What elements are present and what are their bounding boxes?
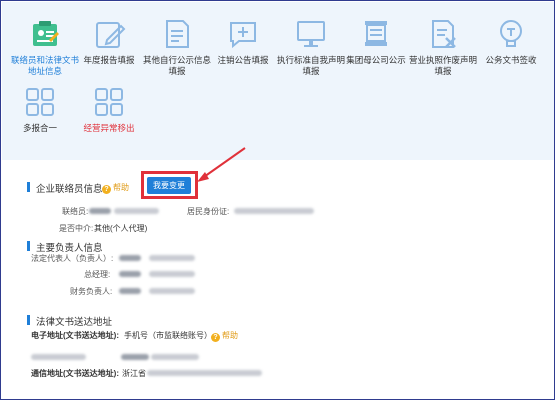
intermediary-label: 是否中介:: [59, 224, 94, 233]
intermediary-value: 其他(个人代理): [94, 224, 148, 233]
contact-label: 联络员:: [62, 207, 89, 216]
legal-docs-help-link[interactable]: ? 帮助: [211, 330, 238, 342]
email-address-label: 电子地址(文书送达地址):: [31, 331, 119, 340]
finance-phone-redacted: [149, 288, 195, 294]
email-detail-redacted-3: [151, 354, 199, 360]
contact-phone-redacted: [114, 208, 159, 214]
legal-docs-section-title: 法律文书送达地址: [36, 317, 113, 328]
principals-section-title: 主要负责人信息: [36, 243, 103, 254]
postal-address-label: 通信地址(文书送达地址):: [31, 369, 119, 378]
legal-rep-label: 法定代表人（负责人）:: [31, 254, 114, 263]
finance-name-redacted: [119, 288, 141, 294]
finance-label: 财务负责人:: [70, 287, 113, 296]
legal-rep-name-redacted: [119, 255, 141, 261]
manager-phone-redacted: [149, 271, 195, 277]
postal-address-redacted: [147, 370, 262, 376]
page-frame: 联络员和法律文书地址信息 年度报告填报 其他自行公示信息填报 注销公告填报 执行…: [0, 0, 555, 400]
email-detail-redacted-2: [121, 354, 149, 360]
section-marker: [27, 315, 30, 325]
email-address-value: 手机号（市监联络账号）: [124, 331, 212, 340]
help-label: 帮助: [222, 331, 238, 340]
section-marker: [27, 241, 30, 251]
postal-address-prefix: 浙江省: [122, 369, 146, 378]
manager-name-redacted: [119, 271, 141, 277]
help-icon: ?: [211, 333, 220, 342]
legal-rep-phone-redacted: [149, 255, 195, 261]
manager-label: 总经理:: [84, 270, 111, 279]
contact-name-redacted: [89, 208, 111, 214]
id-number-redacted: [234, 208, 314, 214]
email-detail-redacted-1: [31, 354, 86, 360]
id-label: 居民身份证:: [187, 207, 230, 216]
